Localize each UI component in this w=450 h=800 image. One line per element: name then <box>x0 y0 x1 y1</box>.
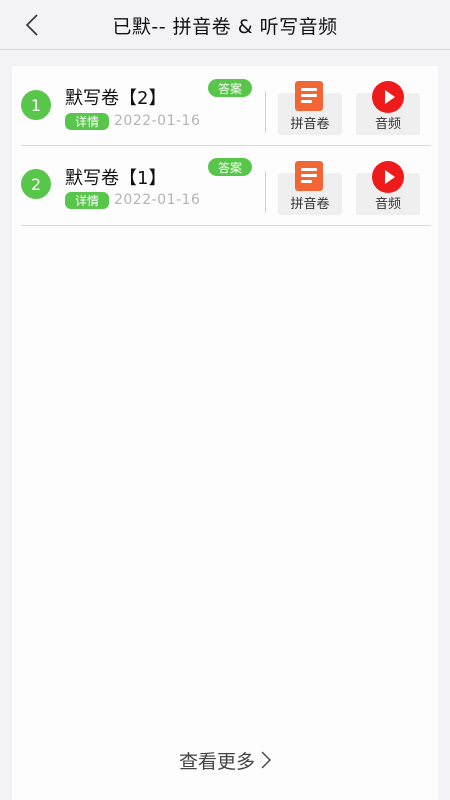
detail-tag[interactable]: 详情 <box>65 192 109 209</box>
item-title[interactable]: 默写卷【2】 <box>65 84 166 110</box>
item-title[interactable]: 默写卷【1】 <box>65 164 166 190</box>
item-date: 2022-01-16 <box>114 192 201 208</box>
audio-button[interactable]: 音频 <box>356 81 420 135</box>
divider <box>265 92 266 132</box>
audio-label: 音频 <box>374 117 401 132</box>
answer-tag[interactable]: 答案 <box>208 158 252 176</box>
play-icon <box>372 161 404 193</box>
item-number-badge: 1 <box>21 90 51 120</box>
top-bar: 已默-- 拼音卷 & 听写音频 <box>0 0 450 50</box>
page-title: 已默-- 拼音卷 & 听写音频 <box>112 16 338 38</box>
list-item: 2 默写卷【1】 答案 详情 2022-01-16 拼音卷 音频 <box>21 146 431 226</box>
play-icon <box>372 81 404 113</box>
audio-button[interactable]: 音频 <box>356 161 420 215</box>
pinyin-paper-button[interactable]: 拼音卷 <box>278 161 342 215</box>
document-icon <box>295 161 323 191</box>
list-item: 1 默写卷【2】 答案 详情 2022-01-16 拼音卷 音频 <box>21 66 431 146</box>
pinyin-paper-button[interactable]: 拼音卷 <box>278 81 342 135</box>
answer-tag[interactable]: 答案 <box>208 79 252 97</box>
view-more-link[interactable]: 查看更多 <box>0 747 450 774</box>
view-more-label: 查看更多 <box>178 751 255 773</box>
chevron-right-icon <box>261 751 272 769</box>
detail-tag[interactable]: 详情 <box>65 113 109 130</box>
item-date: 2022-01-16 <box>114 113 201 129</box>
item-number-badge: 2 <box>21 169 51 199</box>
document-icon <box>295 81 323 111</box>
pinyin-paper-label: 拼音卷 <box>290 117 330 132</box>
paper-list-card: 1 默写卷【2】 答案 详情 2022-01-16 拼音卷 音频 2 默写卷【1… <box>12 66 438 800</box>
audio-label: 音频 <box>374 197 401 212</box>
pinyin-paper-label: 拼音卷 <box>290 197 330 212</box>
divider <box>265 172 266 212</box>
